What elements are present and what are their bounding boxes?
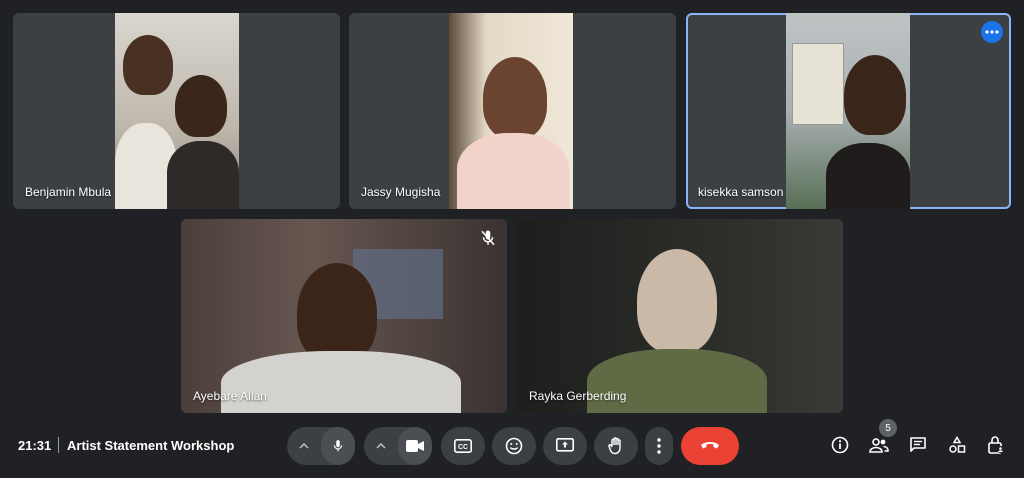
participant-name: kisekka samson [698,185,784,199]
video-settings-button[interactable] [364,427,398,465]
meeting-title: Artist Statement Workshop [67,438,235,453]
participant-name: Jassy Mugisha [361,185,441,199]
lock-person-icon [988,436,1004,454]
chat-icon [910,437,926,452]
more-vert-icon [657,438,661,454]
camera-button[interactable] [398,427,432,465]
tile-options-button[interactable] [981,21,1003,43]
audio-settings-button[interactable] [287,427,321,465]
chat-button[interactable] [904,431,932,459]
meeting-time: 21:31 [18,438,52,453]
activities-button[interactable] [943,431,971,459]
participant-tile[interactable]: Ayebare Allan [181,219,507,413]
svg-text:CC: CC [458,444,468,451]
emoji-icon [505,437,523,455]
participant-tile[interactable]: Jassy Mugisha [349,13,676,209]
participant-video [115,13,239,209]
mic-icon [333,440,343,452]
participant-name: Benjamin Mbula [25,185,112,199]
participant-count-badge: 5 [879,419,897,437]
meeting-details-button[interactable] [826,431,854,459]
participant-tile-active[interactable]: kisekka samson [686,13,1011,209]
captions-icon: CC [454,439,472,453]
info-icon [831,436,849,454]
raise-hand-button[interactable] [594,427,638,465]
more-options-button[interactable] [645,427,673,465]
divider [58,437,59,453]
participant-video [181,219,507,413]
captions-button[interactable]: CC [441,427,485,465]
mic-off-icon [481,230,495,246]
participant-tile[interactable]: Rayka Gerberding [517,219,843,413]
participant-tile[interactable]: Benjamin Mbula [13,13,340,209]
more-horiz-icon [985,30,999,34]
activities-icon [949,436,966,453]
control-bar: 21:31 Artist Statement Workshop CC [0,420,1024,472]
camera-group [364,427,432,465]
participant-name: Ayebare Allan [193,389,267,403]
end-call-icon [701,442,719,449]
hand-icon [608,437,621,455]
chevron-up-icon [299,443,309,449]
camera-icon [406,440,424,452]
participant-video [449,13,573,209]
mic-button[interactable] [321,427,355,465]
mic-group [287,427,355,465]
chevron-up-icon [376,443,386,449]
participant-video [786,13,910,209]
present-button[interactable] [543,427,587,465]
participant-video [517,219,843,413]
people-icon [869,438,889,453]
present-icon [556,438,574,452]
participant-name: Rayka Gerberding [529,389,627,403]
emoji-button[interactable] [492,427,536,465]
host-controls-button[interactable] [982,431,1010,459]
end-call-button[interactable] [681,427,739,465]
